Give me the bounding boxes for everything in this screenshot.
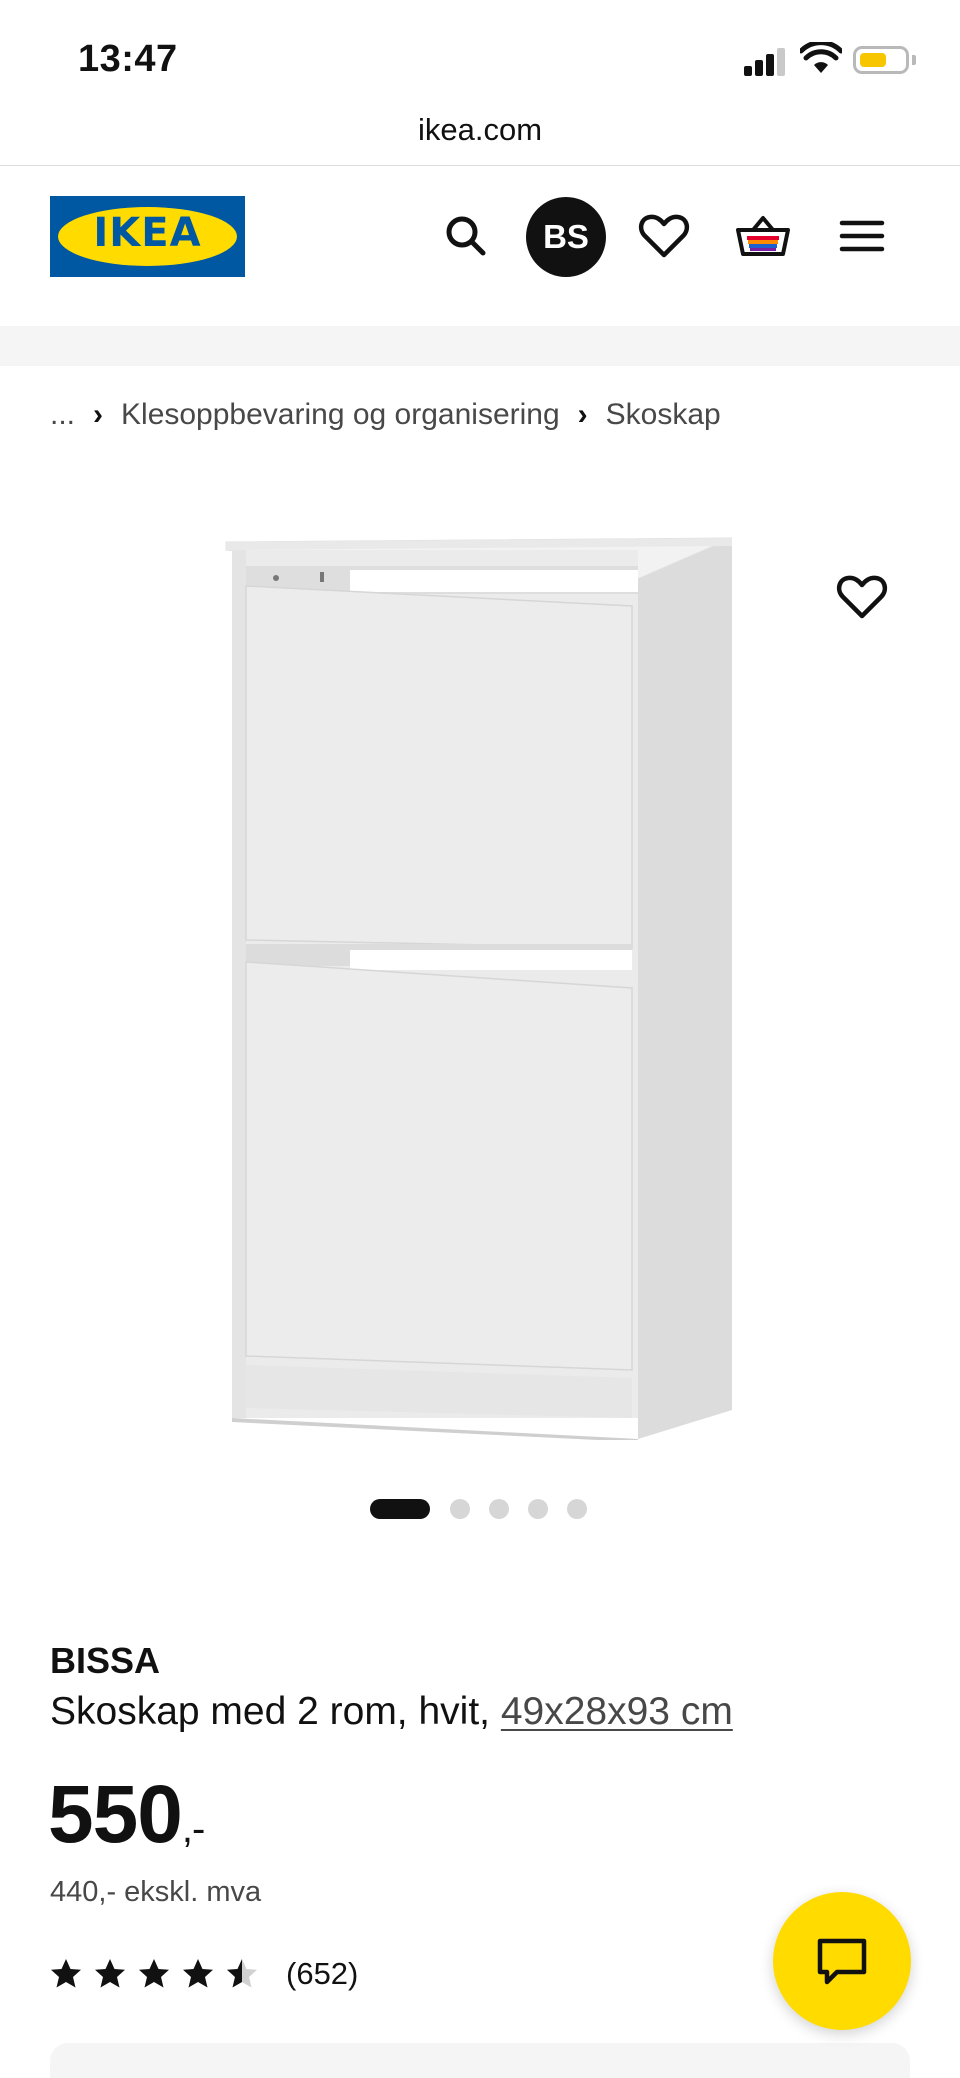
logo-text: IKEA (93, 210, 202, 256)
chat-icon (817, 1938, 867, 1985)
breadcrumb: ... › Klesoppbevaring og organisering › … (50, 398, 721, 432)
breadcrumb-item-skoskap[interactable]: Skoskap (606, 398, 721, 432)
price-main: 550 (48, 1769, 183, 1860)
star-full-icon (183, 1959, 213, 1988)
logo-registered-mark: ® (223, 210, 231, 221)
pagination-dot[interactable] (450, 1499, 470, 1519)
pagination-dot[interactable] (567, 1499, 587, 1519)
product-description: Skoskap med 2 rom, hvit, 49x28x93 cm (50, 1690, 733, 1734)
breadcrumb-item-klesoppbevaring[interactable]: Klesoppbevaring og organisering (121, 398, 560, 432)
add-to-favourites-heart-icon[interactable] (832, 567, 892, 627)
ikea-logo[interactable]: IKEA ® (50, 196, 245, 277)
chat-button[interactable] (773, 1892, 911, 2030)
chevron-right-icon: › (577, 398, 588, 431)
product-name: BISSA (50, 1640, 161, 1681)
chevron-right-icon: › (93, 398, 104, 431)
search-icon[interactable] (436, 206, 496, 266)
status-bar: 13:47 (0, 0, 960, 110)
product-image[interactable] (220, 510, 740, 1440)
next-section-card (50, 2043, 910, 2078)
product-rating[interactable]: (652) (48, 1952, 358, 1996)
battery-level (860, 53, 886, 67)
status-time: 13:47 (78, 38, 178, 80)
star-full-icon (51, 1959, 81, 1988)
site-header: IKEA ® BS (0, 166, 960, 326)
star-full-icon (139, 1959, 169, 1988)
pagination-dot[interactable] (528, 1499, 548, 1519)
heart-icon[interactable] (634, 206, 694, 266)
battery-icon (853, 46, 909, 74)
star-half-icon (227, 1959, 257, 1988)
rating-count: (652) (286, 1956, 359, 1991)
signal-icon (744, 46, 786, 76)
image-pagination (370, 1499, 610, 1519)
product-dimensions-link[interactable]: 49x28x93 cm (501, 1690, 733, 1733)
battery-cap (912, 55, 916, 65)
wifi-icon (800, 42, 842, 73)
pagination-dot-active[interactable] (370, 1499, 430, 1519)
address-bar[interactable]: ikea.com (0, 110, 960, 166)
price-excl-vat: 440,- ekskl. mva (50, 1876, 262, 1908)
collapsed-banner (0, 326, 960, 366)
basket-icon[interactable] (733, 206, 793, 266)
avatar[interactable]: BS (526, 197, 606, 277)
product-description-text: Skoskap med 2 rom, hvit, (50, 1690, 491, 1733)
menu-icon[interactable] (832, 206, 892, 266)
star-full-icon (95, 1959, 125, 1988)
url-text: ikea.com (417, 112, 543, 147)
breadcrumb-ellipsis[interactable]: ... (50, 398, 75, 432)
pagination-dot[interactable] (489, 1499, 509, 1519)
product-price: 550,- (48, 1768, 205, 1862)
price-suffix: ,- (181, 1807, 205, 1851)
